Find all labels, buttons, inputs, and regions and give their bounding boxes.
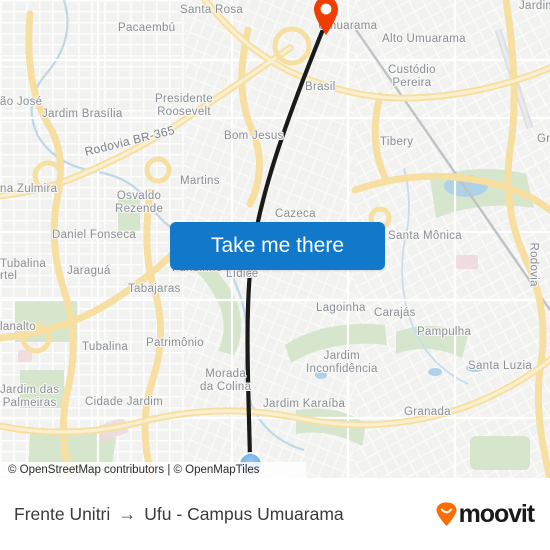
moovit-wordmark: moovit [458, 499, 535, 528]
take-me-there-button[interactable]: Take me there [170, 222, 385, 270]
moovit-logo[interactable]: moovit [435, 499, 535, 529]
attribution-text: © OpenStreetMap contributors | © OpenMap… [8, 464, 260, 476]
arrow-right-icon: → [118, 503, 137, 524]
map-attribution[interactable]: © OpenStreetMap contributors | © OpenMap… [0, 462, 550, 478]
route-destination-label: Ufu - Campus Umuarama [144, 503, 344, 524]
route-footer: Frente Unitri → Ufu - Campus Umuarama mo… [0, 478, 550, 550]
destination-pin[interactable] [312, 0, 340, 41]
map-viewport[interactable]: Pacaembú Santa Rosa Umuarama Alto Umuarama J… [0, 0, 550, 478]
route-origin-label: Frente Unitri [14, 503, 111, 524]
take-me-there-label: Take me there [210, 234, 345, 257]
map-pin-icon [314, 0, 338, 35]
moovit-pin-icon [436, 501, 457, 526]
route-summary: Frente Unitri → Ufu - Campus Umuarama [14, 504, 344, 525]
moovit-route-preview: Pacaembú Santa Rosa Umuarama Alto Umuarama J… [0, 0, 550, 550]
